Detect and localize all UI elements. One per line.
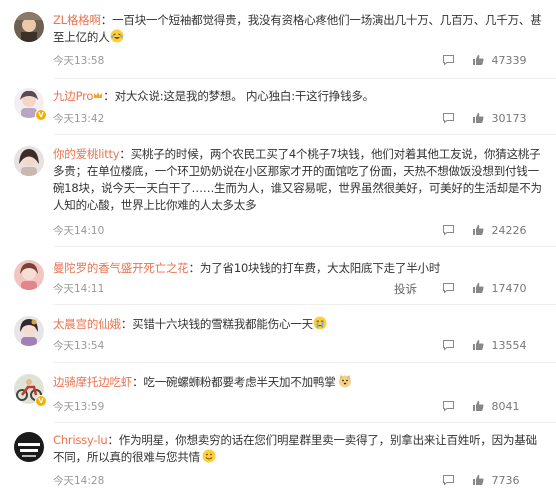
comment-actions: 24226 xyxy=(414,223,544,239)
comment-text: 边骑摩托边吃虾：吃一碗螺蛳粉都要考虑半天加不加鸭掌 xyxy=(53,374,542,391)
comment-text: 太晨宫的仙娥：买错十六块钱的雪糕我都能伤心一天 xyxy=(53,316,542,333)
separator: ： xyxy=(120,317,133,331)
username-link[interactable]: ZL格格啊 xyxy=(53,13,101,27)
comment-text: 你的爱桃litty：买桃子的时候，两个农民工买了4个桃子7块钱，他们对着其他工友… xyxy=(53,146,542,214)
like-button[interactable]: 13554 xyxy=(472,338,527,354)
separator: ： xyxy=(119,147,131,161)
like-button[interactable]: 24226 xyxy=(472,223,527,239)
avatar[interactable] xyxy=(14,432,44,462)
username-link[interactable]: Chrissy-lu xyxy=(53,433,108,447)
comment-actions: 30173 xyxy=(414,111,544,127)
username-link[interactable]: 边骑摩托边吃虾 xyxy=(53,375,132,389)
comment-body: 作为明星，你想卖穷的话在您们明星群里卖一卖得了，别拿出来让百姓听，因为基础不同，… xyxy=(53,433,537,464)
like-button[interactable]: 30173 xyxy=(472,111,527,127)
divider xyxy=(53,422,556,423)
separator: ： xyxy=(100,13,113,27)
reply-icon xyxy=(443,475,454,486)
timestamp: 今天13:54 xyxy=(53,340,105,352)
reply-button[interactable] xyxy=(442,111,455,127)
reply-icon xyxy=(443,340,454,351)
reply-icon xyxy=(443,113,454,124)
timestamp: 今天14:28 xyxy=(53,475,105,487)
smile-emoji-icon xyxy=(202,449,216,463)
thumbs-up-icon xyxy=(473,401,484,411)
timestamp: 今天14:11 xyxy=(53,283,105,295)
divider xyxy=(53,362,556,363)
like-count: 8041 xyxy=(491,400,520,413)
comment-text: ZL格格啊：一百块一个短袖都觉得贵，我没有资格心疼他们一场演出几十万、几百万、几… xyxy=(53,12,542,46)
reply-button[interactable] xyxy=(442,223,455,239)
reply-icon xyxy=(443,283,454,294)
separator: ： xyxy=(103,89,115,103)
member-crown-icon xyxy=(93,88,103,98)
report-button[interactable]: 投诉 xyxy=(394,281,417,297)
like-count: 7736 xyxy=(491,474,520,487)
verified-badge-icon: V xyxy=(35,109,47,121)
avatar[interactable] xyxy=(14,146,44,176)
like-count: 24226 xyxy=(491,224,527,237)
comment-body: 对大众说:这是我的梦想。 内心独白:干这行挣钱多。 xyxy=(114,89,375,103)
thumbs-up-icon xyxy=(473,225,484,235)
reply-icon xyxy=(443,225,454,236)
thumbs-up-icon xyxy=(473,475,484,485)
reply-button[interactable] xyxy=(442,338,455,354)
reply-button[interactable] xyxy=(442,53,455,69)
like-count: 13554 xyxy=(491,339,527,352)
separator: ： xyxy=(188,261,201,275)
divider xyxy=(53,304,556,305)
divider xyxy=(53,78,556,79)
reply-button[interactable] xyxy=(442,281,455,297)
avatar[interactable] xyxy=(14,316,44,346)
like-count: 30173 xyxy=(491,112,527,125)
username-link[interactable]: 九边Pro xyxy=(53,89,93,103)
like-button[interactable]: 8041 xyxy=(472,399,520,415)
divider xyxy=(53,246,556,247)
comment-body: 买错十六块钱的雪糕我都能伤心一天 xyxy=(132,317,313,331)
avatar[interactable] xyxy=(14,260,44,290)
crying-emoji-icon xyxy=(313,316,327,330)
laugh-cry-emoji-icon xyxy=(110,29,124,43)
like-button[interactable]: 7736 xyxy=(472,473,520,489)
comment-body: 一百块一个短袖都觉得贵，我没有资格心疼他们一场演出几十万、几百万、几千万、甚至上… xyxy=(53,13,542,44)
timestamp: 今天13:59 xyxy=(53,401,105,413)
comment-text: 曼陀罗的香气盛开死亡之花：为了省10块钱的打车费，大太阳底下走了半小时 xyxy=(53,260,542,277)
username-link[interactable]: 你的爱桃litty xyxy=(53,147,120,161)
username-link[interactable]: 太晨宫的仙娥 xyxy=(53,317,121,331)
like-button[interactable]: 17470 xyxy=(472,281,527,297)
thumbs-up-icon xyxy=(473,283,484,293)
thumbs-up-icon xyxy=(473,55,484,65)
timestamp: 今天13:42 xyxy=(53,113,105,125)
comment-text: 九边Pro ：对大众说:这是我的梦想。 内心独白:干这行挣钱多。 xyxy=(53,88,542,105)
separator: ： xyxy=(132,375,144,389)
reply-button[interactable] xyxy=(442,399,455,415)
comment-text: Chrissy-lu：作为明星，你想卖穷的话在您们明星群里卖一卖得了，别拿出来让… xyxy=(53,432,542,466)
comment-actions: 7736 xyxy=(414,473,544,489)
verified-badge-icon: V xyxy=(35,395,47,407)
comment-actions: 投诉 17470 xyxy=(394,281,544,297)
comment-body: 吃一碗螺蛳粉都要考虑半天加不加鸭掌 xyxy=(143,375,336,389)
like-button[interactable]: 47339 xyxy=(472,53,527,69)
comment-actions: 13554 xyxy=(414,338,544,354)
reply-button[interactable] xyxy=(442,473,455,489)
timestamp: 今天13:58 xyxy=(53,55,105,67)
reply-icon xyxy=(443,55,454,66)
thumbs-up-icon xyxy=(473,340,484,350)
divider xyxy=(53,134,556,135)
timestamp: 今天14:10 xyxy=(53,225,105,237)
like-count: 17470 xyxy=(491,282,527,295)
doge-emoji-icon xyxy=(338,374,352,388)
separator: ： xyxy=(107,433,119,447)
thumbs-up-icon xyxy=(473,113,484,123)
comment-actions: 47339 xyxy=(414,53,544,69)
username-link[interactable]: 曼陀罗的香气盛开死亡之花 xyxy=(53,261,189,275)
avatar[interactable] xyxy=(14,12,44,42)
like-count: 47339 xyxy=(491,54,527,67)
reply-icon xyxy=(443,401,454,412)
comment-body: 为了省10块钱的打车费，大太阳底下走了半小时 xyxy=(199,261,441,275)
comment-actions: 8041 xyxy=(414,399,544,415)
